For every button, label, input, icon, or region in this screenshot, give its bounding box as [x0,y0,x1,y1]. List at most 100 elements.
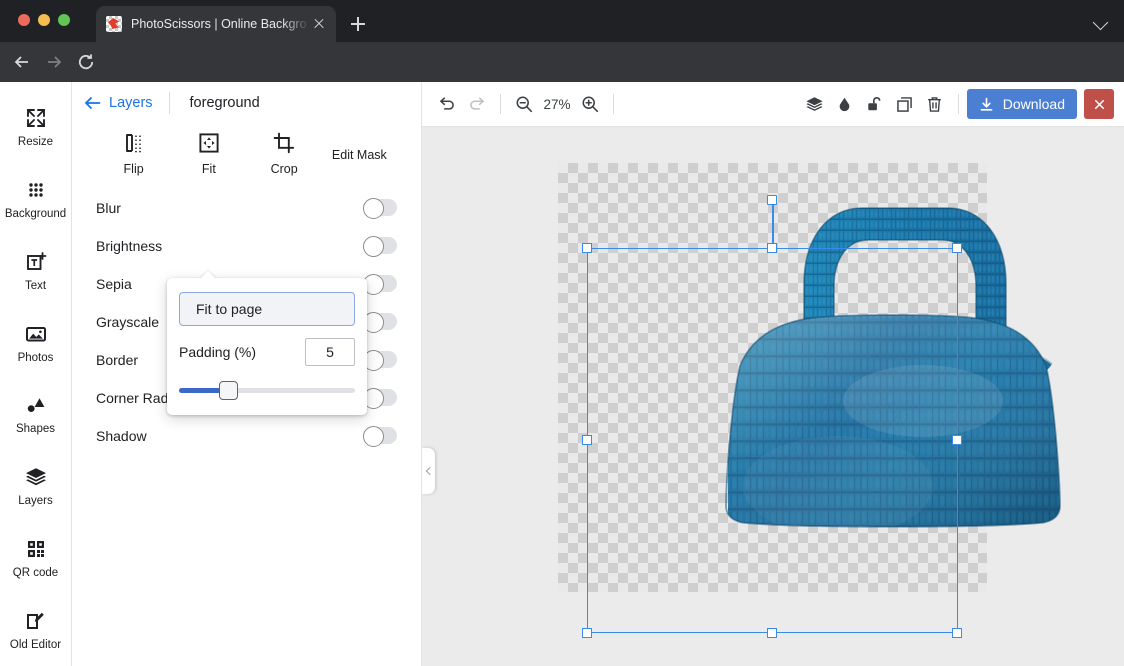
sidebar-item-shapes[interactable]: Shapes [0,379,72,451]
sidebar-item-layers[interactable]: Layers [0,451,72,523]
resize-handle-top-left[interactable] [582,243,592,253]
resize-handle-middle-right[interactable] [952,435,962,445]
add-text-icon [24,250,48,274]
padding-slider[interactable] [179,379,355,401]
sidebar-item-photos[interactable]: Photos [0,307,72,379]
photo-icon [24,322,48,346]
trash-icon[interactable] [920,89,950,119]
browser-window: PhotoScissors | Online Backgro photoscis… [0,0,1124,666]
shadow-toggle[interactable] [363,427,397,444]
forward-arrow-icon[interactable] [44,52,64,72]
adjustment-label: Border [96,352,138,368]
rotate-handle[interactable] [767,195,777,205]
window-traffic-lights [18,14,70,26]
tab-title: PhotoScissors | Online Backgro [131,17,310,31]
browser-tabstrip: PhotoScissors | Online Backgro [0,0,1124,42]
download-label: Download [1003,96,1065,112]
canvas-stage[interactable] [422,127,1124,666]
droplet-icon[interactable] [830,89,860,119]
brightness-toggle[interactable] [363,237,397,254]
redo-icon[interactable] [462,89,492,119]
fit-tool-button[interactable]: Fit [171,132,246,177]
padding-input[interactable] [305,338,355,366]
blur-toggle[interactable] [363,199,397,216]
zoom-level: 27% [539,97,575,112]
fit-to-page-button[interactable]: Fit to page [179,292,355,326]
close-icon[interactable] [310,15,328,33]
adjustment-label: Shadow [96,428,147,444]
layers-icon[interactable] [800,89,830,119]
tool-label: Flip [124,162,144,177]
sidebar-item-label: Resize [18,136,53,149]
back-label: Layers [109,95,153,111]
undo-icon[interactable] [432,89,462,119]
adjustment-row-shadow: Shadow [96,417,397,455]
minimize-window-button[interactable] [38,14,50,26]
chevron-down-icon[interactable] [1092,13,1110,31]
tool-label: Crop [271,162,298,177]
crop-tool-button[interactable]: Crop [247,132,322,177]
padding-label: Padding (%) [179,344,256,360]
toolbar-divider [500,94,501,114]
resize-handle-bottom-center[interactable] [767,628,777,638]
sidebar-item-label: Text [25,280,46,293]
back-to-layers-button[interactable]: Layers [84,95,153,111]
sidebar-item-resize[interactable]: Resize [0,92,72,164]
background-grid-icon [24,178,48,202]
resize-handle-top-center[interactable] [767,243,777,253]
sidebar-item-label: Old Editor [10,639,61,652]
adjustment-label: Brightness [96,238,162,254]
collapse-panel-handle[interactable] [422,448,435,494]
download-button[interactable]: Download [967,89,1077,119]
tool-label: Edit Mask [332,148,387,163]
reload-icon[interactable] [76,52,96,72]
edit-mask-button[interactable]: Edit Mask [322,132,397,177]
sidebar-item-label: QR code [13,567,58,580]
new-tab-button[interactable] [346,12,370,36]
duplicate-icon[interactable] [890,89,920,119]
sepia-toggle[interactable] [363,275,397,292]
adjustment-row-brightness: Brightness [96,227,397,265]
browser-tab[interactable]: PhotoScissors | Online Backgro [96,6,336,42]
resize-handle-bottom-right[interactable] [952,628,962,638]
layer-name: foreground [190,95,260,111]
canvas-area: 27% [422,82,1124,666]
flip-tool-button[interactable]: Flip [96,132,171,177]
adjustment-label: Blur [96,200,121,216]
layer-tools-row: Flip Fit Crop Edit Mask [72,124,421,177]
toolbar-divider [613,94,614,114]
sidebar-item-label: Photos [18,352,54,365]
unlock-icon[interactable] [860,89,890,119]
close-window-button[interactable] [18,14,30,26]
close-editor-button[interactable] [1084,89,1114,119]
photoscissors-favicon [106,16,122,32]
zoom-out-icon[interactable] [509,89,539,119]
resize-handle-middle-left[interactable] [582,435,592,445]
resize-handle-bottom-left[interactable] [582,628,592,638]
adjustment-label: Sepia [96,276,132,292]
sidebar-item-label: Shapes [16,423,55,436]
qr-code-icon [24,537,48,561]
padding-row: Padding (%) [179,338,355,366]
maximize-window-button[interactable] [58,14,70,26]
crop-icon [273,132,295,154]
properties-panel: Layers foreground Flip [72,82,422,666]
corner-radius-toggle[interactable] [363,389,397,406]
sidebar-item-text[interactable]: Text [0,236,72,308]
close-x-icon [1092,97,1107,112]
border-toggle[interactable] [363,351,397,368]
slider-thumb[interactable] [219,381,238,400]
left-rail: Resize Background Text Pho [0,82,72,666]
selection-box[interactable] [587,248,958,633]
sidebar-item-qr-code[interactable]: QR code [0,523,72,595]
resize-handle-top-right[interactable] [952,243,962,253]
back-arrow-icon[interactable] [12,52,32,72]
sidebar-item-background[interactable]: Background [0,164,72,236]
sidebar-item-old-editor[interactable]: Old Editor [0,594,72,666]
resize-icon [24,106,48,130]
zoom-in-icon[interactable] [575,89,605,119]
grayscale-toggle[interactable] [363,313,397,330]
download-icon [978,96,995,113]
sidebar-item-label: Background [5,208,66,221]
adjustment-label: Grayscale [96,314,159,330]
